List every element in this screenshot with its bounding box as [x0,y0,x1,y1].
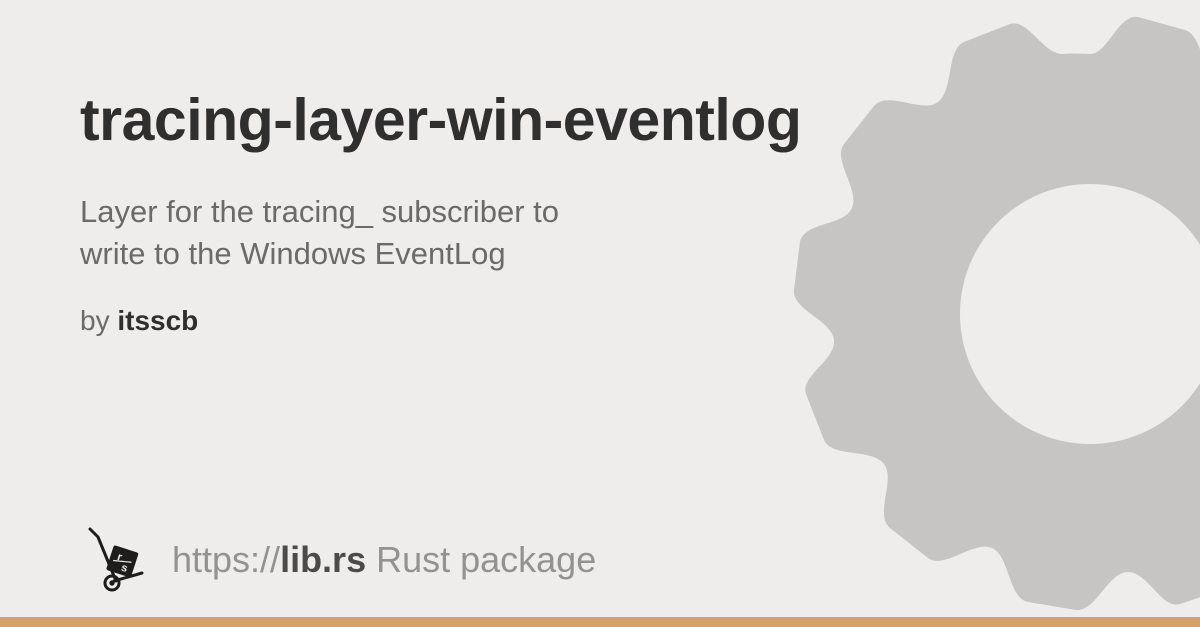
byline-prefix: by [80,305,117,336]
package-description: Layer for the tracing_ subscriber to wri… [80,191,600,275]
author-name: itsscb [117,305,198,336]
url-prefix: https:// [172,539,280,580]
url-suffix: Rust package [366,539,596,580]
footer: r s https://lib.rs Rust package [80,527,596,593]
package-title: tracing-layer-win-eventlog [80,88,1120,153]
url-domain: lib.rs [280,539,366,580]
accent-bar [0,617,1200,627]
source-url: https://lib.rs Rust package [172,539,596,581]
card-content: tracing-layer-win-eventlog Layer for the… [0,0,1200,337]
librs-crate-icon: r s [80,527,150,593]
byline: by itsscb [80,305,1120,337]
